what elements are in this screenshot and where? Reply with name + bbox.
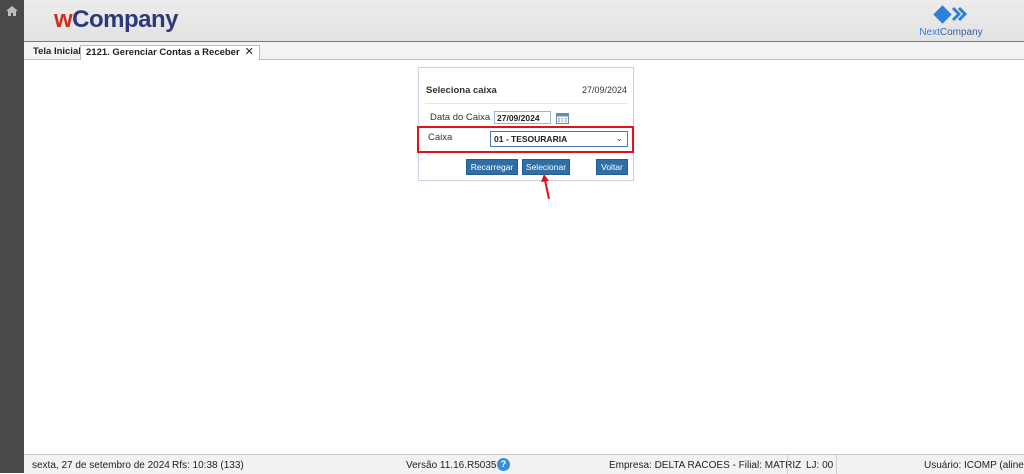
help-icon[interactable]: ? [497,458,510,471]
status-bar: sexta, 27 de setembro de 2024 Rfs: 10:38… [24,454,1024,474]
data-caixa-input[interactable]: 27/09/2024 [494,111,551,124]
status-date: sexta, 27 de setembro de 2024 [32,460,170,471]
tab-gerenciar-contas[interactable]: 2121. Gerenciar Contas a Receber ✕ [80,45,260,60]
status-rfs: Rfs: 10:38 (133) [172,460,244,471]
status-divider [836,455,837,474]
dialog-date: 27/09/2024 [581,85,627,95]
dialog-title: Seleciona caixa [426,85,497,96]
voltar-button[interactable]: Voltar [596,159,628,175]
close-icon[interactable]: ✕ [245,46,254,58]
status-user: Usuário: ICOMP (aline) [924,460,1024,471]
nextcompany-diamond-icon [933,5,968,24]
recarregar-button[interactable]: Recarregar [466,159,518,175]
tab-tela-inicial[interactable]: Tela Inicial [28,45,86,59]
nextcompany-logo: NextCompany [916,4,986,38]
calendar-icon[interactable] [556,112,569,124]
arrow-annotation [541,174,550,200]
app-header: wCompany NextCompany [24,0,1024,42]
wcompany-logo[interactable]: wCompany [54,6,179,34]
status-version: Versão 11.16.R5035 [406,460,497,471]
status-company: Empresa: DELTA RACOES - Filial: MATRIZ [609,460,802,471]
tab-label: 2121. Gerenciar Contas a Receber [86,47,240,58]
home-icon[interactable] [5,5,19,17]
highlight-annotation [417,126,634,153]
status-divider [787,455,788,474]
tab-bar: Tela Inicial 2121. Gerenciar Contas a Re… [24,42,1024,60]
left-rail [0,0,24,473]
data-caixa-label: Data do Caixa [430,112,491,123]
status-lj: LJ: 00 [806,460,834,471]
